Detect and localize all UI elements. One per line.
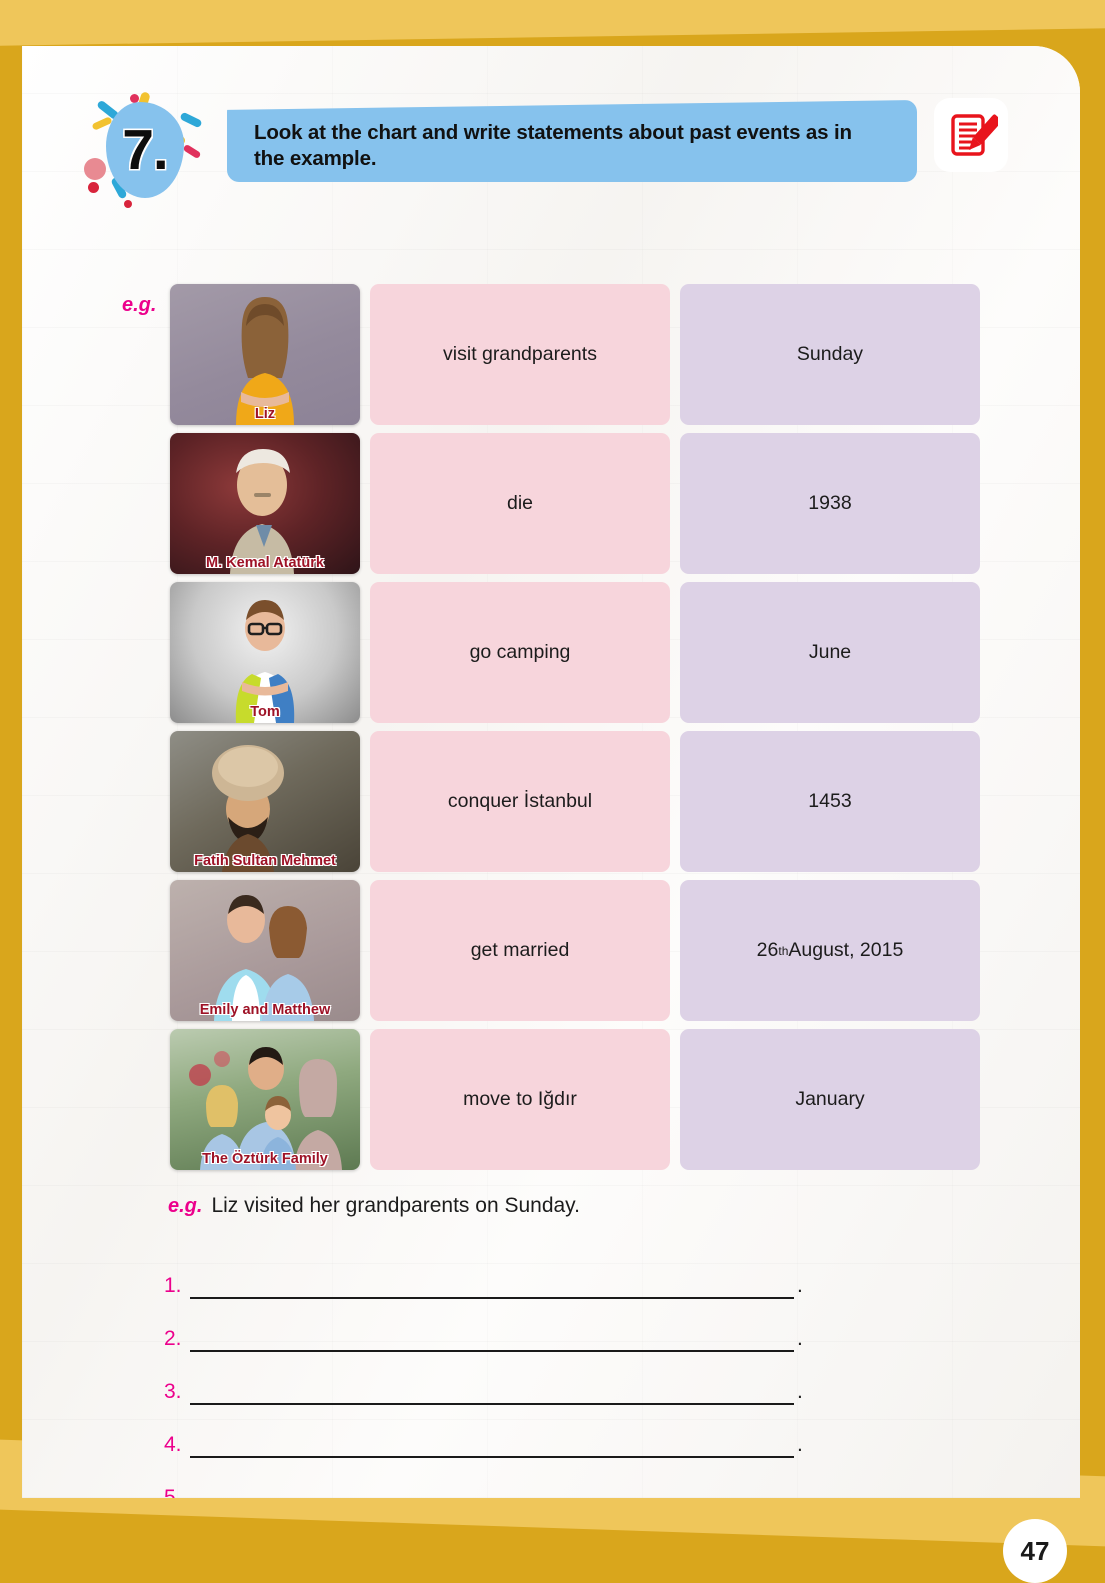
answer-terminator: . (797, 1380, 803, 1403)
person-name: Emily and Matthew (199, 1002, 331, 1018)
answer-number: 3. (164, 1380, 182, 1403)
answer-input-2[interactable] (190, 1326, 794, 1352)
person-photo-tom: Tom (170, 582, 360, 723)
action-cell: die (370, 433, 670, 574)
answer-terminator: . (797, 1327, 803, 1350)
answer-number: 1. (164, 1274, 182, 1297)
date-cell: 1453 (680, 731, 980, 872)
answer-number: 2. (164, 1327, 182, 1350)
answer-input-1[interactable] (190, 1273, 794, 1299)
table-row: The Öztürk Family move to Iğdır January (22, 1029, 1080, 1170)
date-rest: August, 2015 (788, 939, 904, 961)
date-cell: June (680, 582, 980, 723)
person-name: Fatih Sultan Mehmet (194, 853, 336, 869)
date-cell: 26th August, 2015 (680, 880, 980, 1021)
example-marker: e.g. (168, 1195, 203, 1217)
page-number: 47 (1003, 1519, 1067, 1583)
answer-terminator: . (797, 1274, 803, 1297)
action-cell: conquer İstanbul (370, 731, 670, 872)
answer-input-4[interactable] (190, 1432, 794, 1458)
worksheet-page: 7. Look at the chart and write statement… (22, 46, 1080, 1498)
person-name: Liz (254, 406, 276, 422)
answer-row-1: 1. . (164, 1246, 864, 1299)
answer-row-3: 3. . (164, 1352, 864, 1405)
date-cell: 1938 (680, 433, 980, 574)
person-name: M. Kemal Atatürk (206, 555, 324, 571)
example-answer: e.g. Liz visited her grandparents on Sun… (168, 1194, 580, 1218)
table-row: Liz visit grandparents Sunday (22, 284, 1080, 425)
instruction-text: Look at the chart and write statements a… (254, 121, 852, 170)
exercise-number-badge: 7. (84, 91, 204, 212)
splash-pink-right (182, 143, 202, 160)
person-photo-liz: Liz (170, 284, 360, 425)
answer-terminator: . (797, 1433, 803, 1456)
person-name: The Öztürk Family (202, 1151, 328, 1167)
answer-terminator: . (797, 1486, 803, 1498)
exercise-number-text: 7. (122, 118, 169, 182)
answer-number: 5. (164, 1486, 182, 1498)
table-row: Emily and Matthew get married 26th Augus… (22, 880, 1080, 1021)
table-row: Tom go camping June (22, 582, 1080, 723)
person-photo-ataturk: M. Kemal Atatürk (170, 433, 360, 574)
events-chart: e.g. Liz visit grandparents Sunday M. Ke… (22, 284, 1080, 1178)
action-cell: move to Iğdır (370, 1029, 670, 1170)
table-row: Fatih Sultan Mehmet conquer İstanbul 145… (22, 731, 1080, 872)
answer-input-5[interactable] (190, 1485, 794, 1498)
exercise-header: 7. Look at the chart and write statement… (22, 86, 1080, 216)
example-sentence: Liz visited her grandparents on Sunday. (211, 1194, 580, 1217)
action-cell: go camping (370, 582, 670, 723)
action-cell: get married (370, 880, 670, 1021)
date-ordinal-suffix: th (778, 943, 789, 958)
write-pencil-icon (934, 98, 1008, 172)
person-name: Tom (250, 704, 280, 720)
person-photo-fatih: Fatih Sultan Mehmet (170, 731, 360, 872)
instruction-banner: Look at the chart and write statements a… (227, 100, 917, 182)
splash-dot-red (88, 182, 99, 193)
date-cell: January (680, 1029, 980, 1170)
answer-row-5: 5. . (164, 1458, 864, 1498)
splash-dot-red-2 (124, 200, 132, 208)
splash-dot-rose (84, 158, 106, 180)
table-row: M. Kemal Atatürk die 1938 (22, 433, 1080, 574)
answer-row-4: 4. . (164, 1405, 864, 1458)
person-photo-emily-matthew: Emily and Matthew (170, 880, 360, 1021)
date-day: 26 (756, 939, 779, 961)
date-cell: Sunday (680, 284, 980, 425)
answer-number: 4. (164, 1433, 182, 1456)
person-photo-ozturk-family: The Öztürk Family (170, 1029, 360, 1170)
answer-input-3[interactable] (190, 1379, 794, 1405)
answer-row-2: 2. . (164, 1299, 864, 1352)
action-cell: visit grandparents (370, 284, 670, 425)
answer-lines: 1. . 2. . 3. . 4. . 5. . (164, 1246, 864, 1498)
